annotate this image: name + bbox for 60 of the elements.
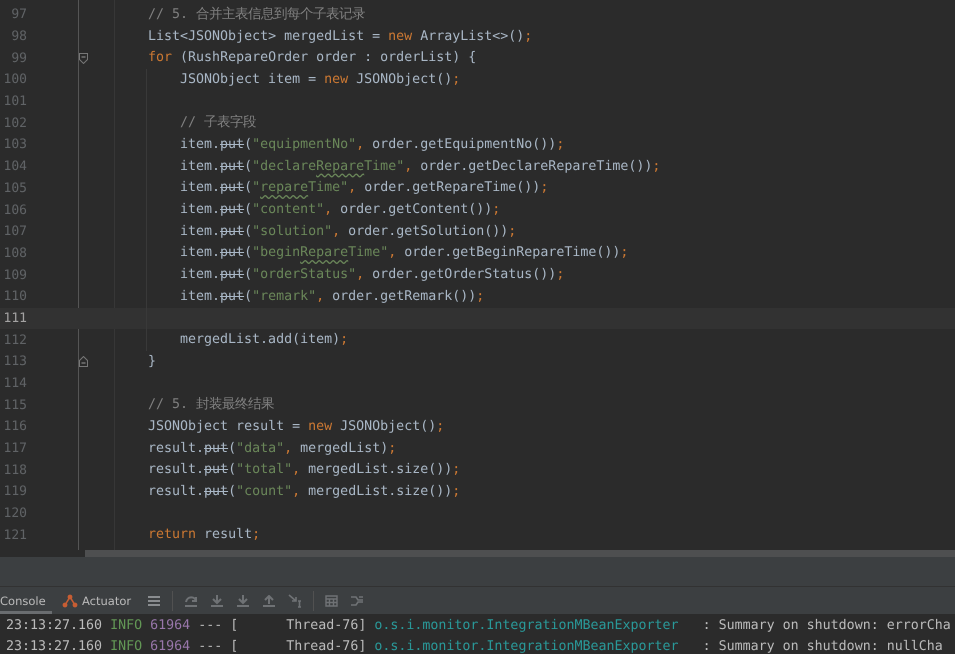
code-line: // 5. 合并主表信息到每个子表记录 bbox=[148, 6, 366, 24]
line-number: 117 bbox=[2, 441, 27, 456]
code-line: item.put("beginRepareTime", order.getBeginRepareTime()); bbox=[180, 244, 628, 262]
code-line: item.put("solution", order.getSolution()); bbox=[180, 222, 516, 241]
line-number: 108 bbox=[2, 246, 27, 261]
network-icon bbox=[62, 594, 78, 608]
code-line: item.put("remark", order.getRemark()); bbox=[180, 288, 484, 306]
line-number: 99 bbox=[10, 50, 27, 66]
code-line: List<JSONObject> mergedList = new ArrayList<>(); bbox=[148, 28, 532, 46]
line-number: 98 bbox=[10, 29, 27, 44]
code-line: return result; bbox=[148, 526, 260, 544]
code-line: } bbox=[148, 352, 156, 371]
line-number: 111 bbox=[2, 310, 27, 326]
line-number: 102 bbox=[2, 116, 27, 131]
line-number: 120 bbox=[2, 506, 27, 522]
code-line: // 子表字段 bbox=[180, 114, 256, 132]
code-line: mergedList.add(item); bbox=[180, 331, 348, 350]
line-number: 104 bbox=[2, 159, 27, 174]
line-number: 100 bbox=[2, 72, 27, 88]
line-number: 114 bbox=[2, 376, 27, 392]
line-number: 105 bbox=[2, 180, 27, 196]
fold-icon[interactable] bbox=[79, 356, 88, 368]
code-line: result.put("count", mergedList.size()); bbox=[148, 482, 460, 501]
code-line: item.put("orderStatus", order.getOrderStatus()); bbox=[180, 266, 564, 284]
code-line: item.put("equipmentNo", order.getEquipmentNo()); bbox=[180, 136, 564, 154]
line-number: 118 bbox=[2, 462, 27, 478]
table-icon[interactable] bbox=[325, 594, 338, 606]
code-line: item.put("content", order.getContent()); bbox=[180, 201, 500, 220]
code-line: item.put("repareTime", order.getRepareTime()); bbox=[180, 179, 548, 198]
code-line: result.put("total", mergedList.size()); bbox=[148, 461, 460, 480]
log-line: 23:13:27.160 INFO 61964 --- [ Thread-76] o.s.i.monitor.IntegrationMBeanExporter : Summary on shutdown: errorCha bbox=[5, 617, 952, 635]
line-number: 101 bbox=[2, 94, 27, 110]
code-line: result.put("data", mergedList); bbox=[148, 440, 396, 458]
download-icon[interactable] bbox=[236, 594, 250, 606]
download-icon[interactable] bbox=[210, 594, 224, 606]
code-line: JSONObject item = new JSONObject(); bbox=[180, 70, 460, 89]
log-line: 23:13:27.160 INFO 61964 --- [ Thread-76] o.s.i.monitor.IntegrationMBeanExporter : Summary on shutdown: nullCha bbox=[5, 638, 944, 654]
tab[interactable]: Actuator bbox=[52, 587, 142, 614]
line-number: 97 bbox=[10, 7, 27, 22]
code-line: item.put("declareRepareTime", order.getDeclareRepareTime()); bbox=[180, 158, 660, 176]
line-number: 112 bbox=[2, 332, 27, 348]
line-number: 106 bbox=[2, 202, 27, 218]
line-number: 115 bbox=[2, 398, 27, 413]
line-number: 109 bbox=[2, 268, 27, 283]
line-number: 107 bbox=[2, 224, 27, 240]
code-line: JSONObject result = new JSONObject(); bbox=[148, 418, 444, 436]
scrollbar-thumb[interactable] bbox=[85, 550, 955, 557]
code-line: // 5. 封装最终结果 bbox=[148, 396, 274, 414]
line-number: 116 bbox=[2, 419, 27, 434]
cursor-arrow-icon[interactable] bbox=[288, 594, 302, 608]
menu-icon[interactable] bbox=[147, 594, 162, 606]
line-number: 110 bbox=[2, 289, 27, 304]
line-number: 121 bbox=[2, 528, 27, 543]
line-number: 113 bbox=[2, 354, 27, 370]
code-line: for (RushRepareOrder order : orderList) { bbox=[148, 49, 476, 68]
upload-icon[interactable] bbox=[262, 594, 276, 606]
line-number: 103 bbox=[2, 137, 27, 152]
line-number: 119 bbox=[2, 484, 27, 500]
fold-icon[interactable] bbox=[79, 52, 88, 64]
step-over-icon[interactable] bbox=[184, 594, 198, 606]
